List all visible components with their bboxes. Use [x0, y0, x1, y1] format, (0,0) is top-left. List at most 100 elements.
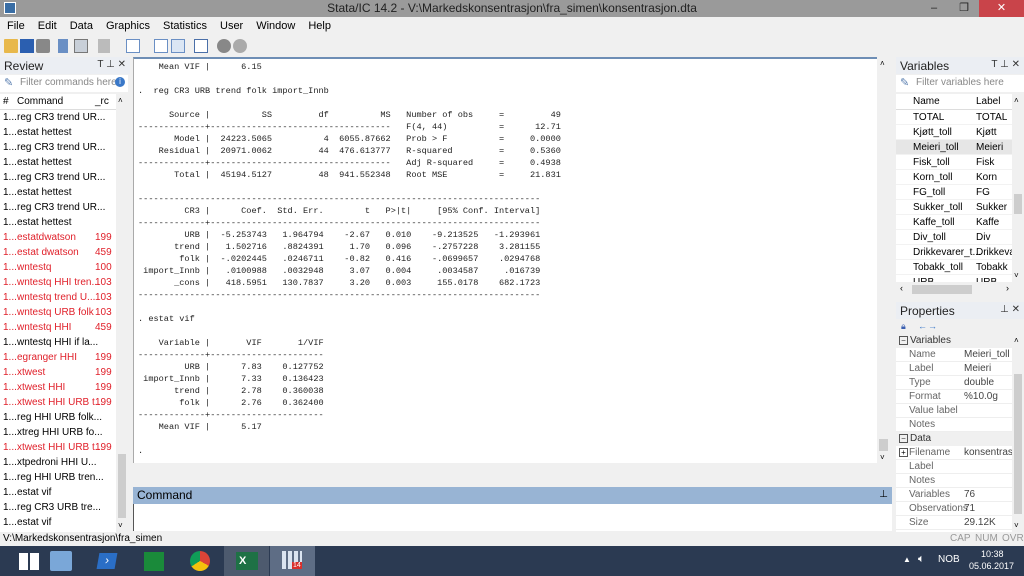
variables-manager-icon[interactable] [194, 39, 208, 53]
open-icon[interactable] [4, 39, 18, 53]
scroll-thumb[interactable] [1014, 194, 1022, 214]
property-row[interactable]: Variables 76 [896, 488, 1012, 502]
variable-item[interactable]: Sukker_toll Sukker [896, 200, 1012, 215]
scroll-down-icon[interactable]: ˅ [1014, 271, 1019, 280]
review-item[interactable]: 1... estat dwatson 459 [0, 245, 116, 260]
col-name[interactable]: Name [913, 94, 940, 110]
review-item[interactable]: 1... wntestq URB folk 103 [0, 305, 116, 320]
data-browser-icon[interactable] [171, 39, 185, 53]
variable-item[interactable]: Korn_toll Korn [896, 170, 1012, 185]
property-row[interactable]: +Filename konsentrasjon [896, 446, 1012, 460]
review-item[interactable]: 1... egranger HHI 199 [0, 350, 116, 365]
col-label[interactable]: Label [976, 94, 1000, 110]
excel-button[interactable]: X [224, 546, 269, 576]
col-rc[interactable]: _rc [95, 94, 109, 110]
property-row[interactable]: Type double [896, 376, 1012, 390]
variable-item[interactable]: Meieri_toll Meieri [896, 140, 1012, 155]
scroll-up-icon[interactable]: ˄ [1014, 96, 1019, 105]
clock-date[interactable]: 05.06.2017 [969, 561, 1014, 571]
menu-file[interactable]: File [0, 17, 31, 32]
scroll-up-icon[interactable]: ˄ [118, 96, 123, 105]
variable-item[interactable]: Drikkevarer_t...Drikkevar [896, 245, 1012, 260]
scroll-right-icon[interactable]: › [1006, 283, 1009, 293]
variable-item[interactable]: URB URB [896, 275, 1012, 282]
review-item[interactable]: 1... estat vif [0, 515, 116, 530]
review-item[interactable]: 1... wntestq HHI if la... [0, 335, 116, 350]
review-item[interactable]: 1... reg CR3 trend UR... [0, 140, 116, 155]
back-arrow-icon[interactable]: ← [918, 321, 927, 331]
variable-item[interactable]: FG_toll FG [896, 185, 1012, 200]
property-row[interactable]: Observations 71 [896, 502, 1012, 516]
properties-data-section[interactable]: − Data [896, 432, 1012, 446]
review-filter-input[interactable]: Filter commands here [20, 77, 117, 88]
menu-graphics[interactable]: Graphics [99, 17, 156, 32]
variables-filter-input[interactable]: Filter variables here [916, 77, 1004, 88]
review-item[interactable]: 1... reg CR3 trend UR... [0, 170, 116, 185]
review-item[interactable]: 1... reg HHI URB folk... [0, 410, 116, 425]
col-command[interactable]: Command [17, 94, 63, 110]
variables-hscrollbar[interactable]: ‹ › [896, 282, 1024, 297]
print-icon[interactable] [36, 39, 50, 53]
col-num[interactable]: # [3, 94, 9, 110]
property-row[interactable]: Label [896, 460, 1012, 474]
store-button[interactable] [132, 546, 177, 576]
variable-item[interactable]: TOTAL TOTAL [896, 110, 1012, 125]
properties-panel-controls[interactable]: ⊥ ✕ [1000, 304, 1020, 315]
menu-data[interactable]: Data [63, 17, 99, 32]
variable-item[interactable]: Kjøtt_toll Kjøtt [896, 125, 1012, 140]
review-item[interactable]: 1... wntestq 100 [0, 260, 116, 275]
review-item[interactable]: 1... estatdwatson 199 [0, 230, 116, 245]
restore-button[interactable]: ❐ [949, 0, 979, 17]
hscroll-thumb[interactable] [912, 285, 972, 294]
review-item[interactable]: 1... reg CR3 trend UR... [0, 110, 116, 125]
pin-icon[interactable]: ⊥ [879, 489, 888, 500]
input-language[interactable]: NOB [938, 554, 960, 565]
menu-window[interactable]: Window [249, 17, 301, 32]
properties-variables-section[interactable]: − Variables [896, 334, 1012, 348]
menu-edit[interactable]: Edit [31, 17, 63, 32]
review-item[interactable]: 1... reg HHI URB tren... [0, 470, 116, 485]
menu-statistics[interactable]: Statistics [156, 17, 213, 32]
results-scrollbar[interactable]: ˄ ˅ [877, 57, 890, 463]
review-item[interactable]: 1... estat hettest [0, 185, 116, 200]
break-icon[interactable] [233, 39, 247, 53]
review-item[interactable]: 1... xtreg HHI URB fo... [0, 425, 116, 440]
log-icon[interactable] [58, 39, 68, 53]
property-row[interactable]: Label Meieri [896, 362, 1012, 376]
variable-item[interactable]: Div_toll Div [896, 230, 1012, 245]
review-item[interactable]: 1... wntestq HHI 459 [0, 320, 116, 335]
review-item[interactable]: 1... wntestq trend U... 103 [0, 290, 116, 305]
property-row[interactable]: Format %10.0g [896, 390, 1012, 404]
review-item[interactable]: 1... estat hettest [0, 215, 116, 230]
scroll-up-icon[interactable]: ˄ [880, 59, 885, 68]
variable-item[interactable]: Fisk_toll Fisk [896, 155, 1012, 170]
review-item[interactable]: 1... xtwest 199 [0, 365, 116, 380]
review-item[interactable]: 1... estat vif [0, 485, 116, 500]
info-icon[interactable]: i [115, 77, 125, 87]
property-row[interactable]: Size 29.12K [896, 516, 1012, 530]
review-item[interactable]: 1... reg CR3 URB tre... [0, 500, 116, 515]
scroll-left-icon[interactable]: ‹ [900, 283, 903, 293]
more-icon[interactable] [217, 39, 231, 53]
review-item[interactable]: 1... xtwest HHI URB t... 199 [0, 395, 116, 410]
collapse-icon[interactable]: − [899, 336, 908, 345]
properties-scrollbar[interactable]: ˄ ˅ [1012, 334, 1024, 532]
scroll-thumb[interactable] [1014, 374, 1022, 514]
volume-icon[interactable]: 🔈︎ [918, 553, 925, 566]
scroll-down-icon[interactable]: ˅ [118, 521, 123, 530]
scroll-down-icon[interactable]: ˅ [880, 453, 885, 462]
review-filter[interactable]: ✎ Filter commands here i [0, 75, 128, 92]
review-item[interactable]: 1... estat hettest [0, 155, 116, 170]
variable-item[interactable]: Kaffe_toll Kaffe [896, 215, 1012, 230]
menu-user[interactable]: User [213, 17, 249, 32]
menu-help[interactable]: Help [301, 17, 337, 32]
data-editor-icon[interactable] [154, 39, 168, 53]
review-scrollbar[interactable]: ˄ ˅ [116, 94, 128, 532]
command-input[interactable] [133, 504, 892, 531]
review-panel-controls[interactable]: T ⊥ ✕ [97, 59, 126, 70]
clock-time[interactable]: 10:38 [981, 549, 1004, 559]
scroll-thumb[interactable] [879, 439, 888, 451]
review-item[interactable]: 1... reg CR3 trend UR... [0, 200, 116, 215]
review-item[interactable]: 1... xtwest HHI URB t... 199 [0, 440, 116, 455]
expand-icon[interactable]: + [899, 448, 908, 457]
